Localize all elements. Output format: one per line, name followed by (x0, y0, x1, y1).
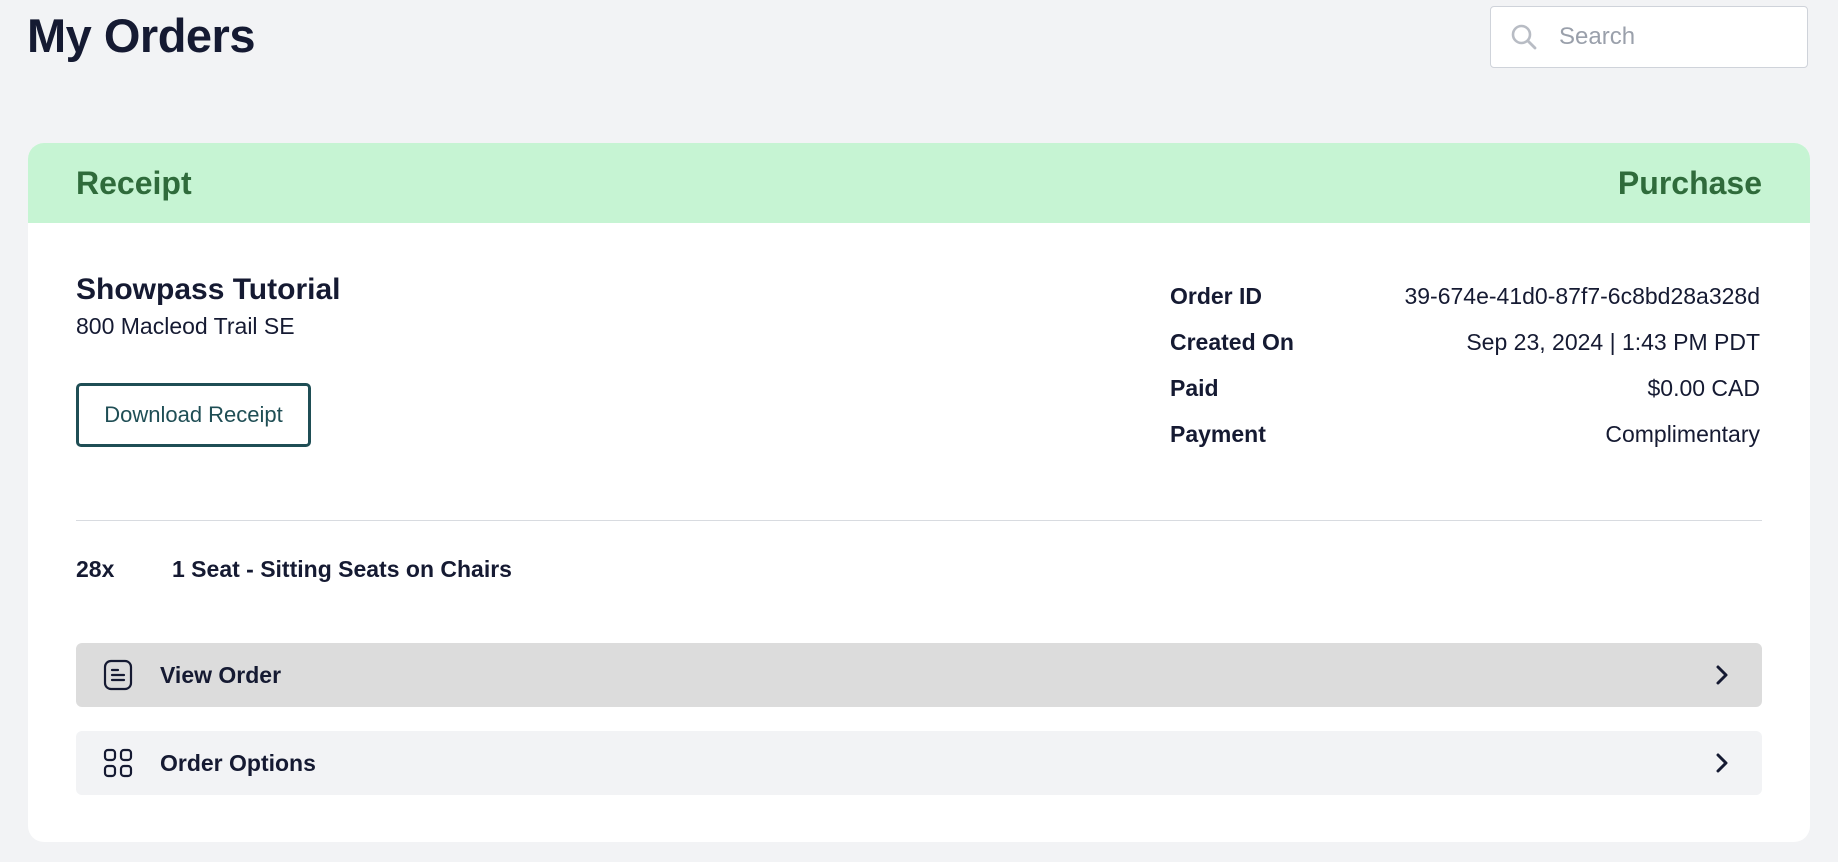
detail-row-order-id: Order ID 39-674e-41d0-87f7-6c8bd28a328d (1170, 273, 1760, 319)
download-receipt-button[interactable]: Download Receipt (76, 383, 311, 447)
chevron-right-icon (1710, 751, 1734, 775)
page: My Orders Receipt Purchase Showpass Tuto… (0, 0, 1838, 862)
line-item: 28x 1 Seat - Sitting Seats on Chairs (76, 556, 512, 583)
search-icon (1509, 22, 1539, 52)
divider (76, 520, 1762, 521)
payment-value: Complimentary (1605, 420, 1760, 447)
detail-row-created-on: Created On Sep 23, 2024 | 1:43 PM PDT (1170, 319, 1760, 365)
detail-label: Paid (1170, 374, 1219, 401)
order-details: Order ID 39-674e-41d0-87f7-6c8bd28a328d … (1170, 273, 1760, 457)
page-title: My Orders (27, 9, 255, 62)
order-id-value: 39-674e-41d0-87f7-6c8bd28a328d (1404, 282, 1760, 309)
created-on-value: Sep 23, 2024 | 1:43 PM PDT (1466, 328, 1760, 355)
order-card-header: Receipt Purchase (28, 143, 1810, 223)
order-options-label: Order Options (160, 749, 316, 776)
detail-label: Payment (1170, 420, 1266, 447)
detail-row-payment: Payment Complimentary (1170, 411, 1760, 457)
view-order-button[interactable]: View Order (76, 643, 1762, 707)
event-title: Showpass Tutorial (76, 273, 341, 306)
receipt-list-icon (102, 659, 134, 691)
order-options-button[interactable]: Order Options (76, 731, 1762, 795)
event-info: Showpass Tutorial 800 Macleod Trail SE (76, 273, 340, 340)
line-item-description: 1 Seat - Sitting Seats on Chairs (172, 556, 512, 582)
order-card: Receipt Purchase Showpass Tutorial 800 M… (28, 143, 1810, 842)
search-input[interactable] (1557, 22, 1791, 52)
paid-value: $0.00 CAD (1647, 374, 1760, 401)
purchase-label: Purchase (1617, 164, 1762, 201)
view-order-label: View Order (160, 661, 282, 688)
grid-icon (102, 747, 134, 779)
line-item-quantity: 28x (76, 556, 115, 582)
search-box[interactable] (1490, 6, 1808, 68)
chevron-right-icon (1710, 663, 1734, 687)
event-address: 800 Macleod Trail SE (76, 313, 295, 339)
detail-row-paid: Paid $0.00 CAD (1170, 365, 1760, 411)
detail-label: Created On (1170, 328, 1294, 355)
detail-label: Order ID (1170, 282, 1263, 309)
receipt-label: Receipt (76, 164, 192, 201)
